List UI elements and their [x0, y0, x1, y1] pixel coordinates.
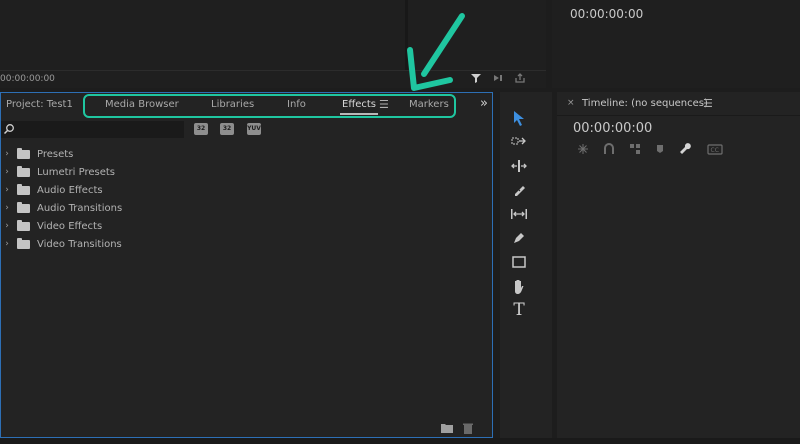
tree-item-presets[interactable]: › Presets — [1, 145, 122, 163]
tree-item-label: Audio Effects — [37, 184, 103, 196]
pen-icon[interactable] — [510, 229, 528, 247]
yuv-effects-filter-icon[interactable]: YUV — [247, 123, 261, 135]
tree-item-video-transitions[interactable]: › Video Transitions — [1, 235, 122, 253]
tree-item-label: Video Effects — [37, 220, 103, 232]
tools-panel: T — [500, 92, 552, 438]
timeline-title[interactable]: Timeline: (no sequences) — [582, 98, 708, 109]
linked-selection-icon[interactable] — [629, 143, 641, 155]
panel-tab-bar: Project: Test1 Media Browser Libraries I… — [1, 93, 492, 119]
search-icon — [3, 124, 14, 135]
preset-folder-icon — [17, 165, 30, 177]
captions-icon[interactable]: CC — [707, 143, 723, 155]
slip-icon[interactable] — [510, 205, 528, 223]
effects-search-input[interactable] — [1, 121, 184, 138]
32bit-effects-filter-icon[interactable]: 32 — [220, 123, 234, 135]
svg-text:CC: CC — [711, 147, 719, 154]
panel-bottom-controls — [441, 423, 473, 434]
annotation-arrow-icon — [407, 13, 465, 91]
chevron-right-icon[interactable]: › — [1, 167, 13, 177]
effects-search-row: 32 32 YUV — [1, 121, 492, 139]
program-timecode[interactable]: 00:00:00:00 — [570, 7, 643, 21]
accelerated-effects-filter-icon[interactable]: 32 — [194, 123, 208, 135]
ripple-edit-icon[interactable] — [510, 157, 528, 175]
rectangle-icon[interactable] — [510, 253, 528, 271]
tree-item-label: Presets — [37, 148, 74, 160]
insert-icon[interactable] — [492, 72, 504, 84]
wrench-icon[interactable] — [679, 142, 693, 156]
monitor-timecode[interactable]: 00:00:00:00 — [0, 74, 55, 84]
selection-tool-icon[interactable] — [510, 109, 528, 127]
tree-item-lumetri-presets[interactable]: › Lumetri Presets — [1, 163, 122, 181]
export-frame-icon[interactable] — [514, 72, 526, 84]
track-select-icon[interactable] — [510, 133, 528, 151]
tree-item-video-effects[interactable]: › Video Effects — [1, 217, 122, 235]
folder-icon — [17, 237, 30, 249]
folder-icon — [17, 201, 30, 213]
tree-item-label: Lumetri Presets — [37, 166, 116, 178]
program-monitor: 00:00:00:00 — [552, 0, 800, 88]
chevron-right-icon[interactable]: › — [1, 239, 13, 249]
type-icon[interactable]: T — [510, 300, 528, 320]
preset-folder-icon — [17, 147, 30, 159]
timeline-panel: × Timeline: (no sequences) ☰ 00:00:00:00… — [557, 92, 800, 438]
folder-icon — [17, 183, 30, 195]
chevron-right-icon[interactable]: › — [1, 221, 13, 231]
trash-icon[interactable] — [463, 423, 473, 434]
project-panel: Project: Test1 Media Browser Libraries I… — [0, 92, 493, 438]
timeline-header: × Timeline: (no sequences) ☰ — [557, 92, 800, 116]
nest-icon[interactable] — [577, 143, 589, 155]
monitor-controls — [470, 72, 526, 84]
effects-tree: › Presets › Lumetri Presets › Audio Effe… — [1, 145, 122, 253]
timeline-timecode[interactable]: 00:00:00:00 — [573, 121, 652, 136]
new-bin-icon[interactable] — [441, 423, 453, 433]
hand-icon[interactable] — [510, 277, 528, 295]
tree-item-label: Audio Transitions — [37, 202, 123, 214]
close-icon[interactable]: × — [567, 98, 575, 108]
tab-overflow-icon[interactable]: » — [480, 96, 488, 111]
filter-funnel-icon[interactable] — [470, 72, 482, 84]
snap-icon[interactable] — [603, 143, 615, 155]
tree-item-audio-effects[interactable]: › Audio Effects — [1, 181, 122, 199]
folder-icon — [17, 219, 30, 231]
tabs-highlight-annotation — [83, 94, 456, 118]
chevron-right-icon[interactable]: › — [1, 149, 13, 159]
add-marker-icon[interactable] — [655, 143, 665, 155]
razor-icon[interactable] — [510, 181, 528, 199]
chevron-right-icon[interactable]: › — [1, 185, 13, 195]
tree-item-label: Video Transitions — [37, 238, 122, 250]
tab-project[interactable]: Project: Test1 — [6, 99, 73, 110]
tree-item-audio-transitions[interactable]: › Audio Transitions — [1, 199, 122, 217]
chevron-right-icon[interactable]: › — [1, 203, 13, 213]
bottom-strip — [0, 438, 800, 444]
timeline-controls: CC — [577, 142, 723, 156]
timeline-panel-menu-icon[interactable]: ☰ — [703, 97, 713, 110]
